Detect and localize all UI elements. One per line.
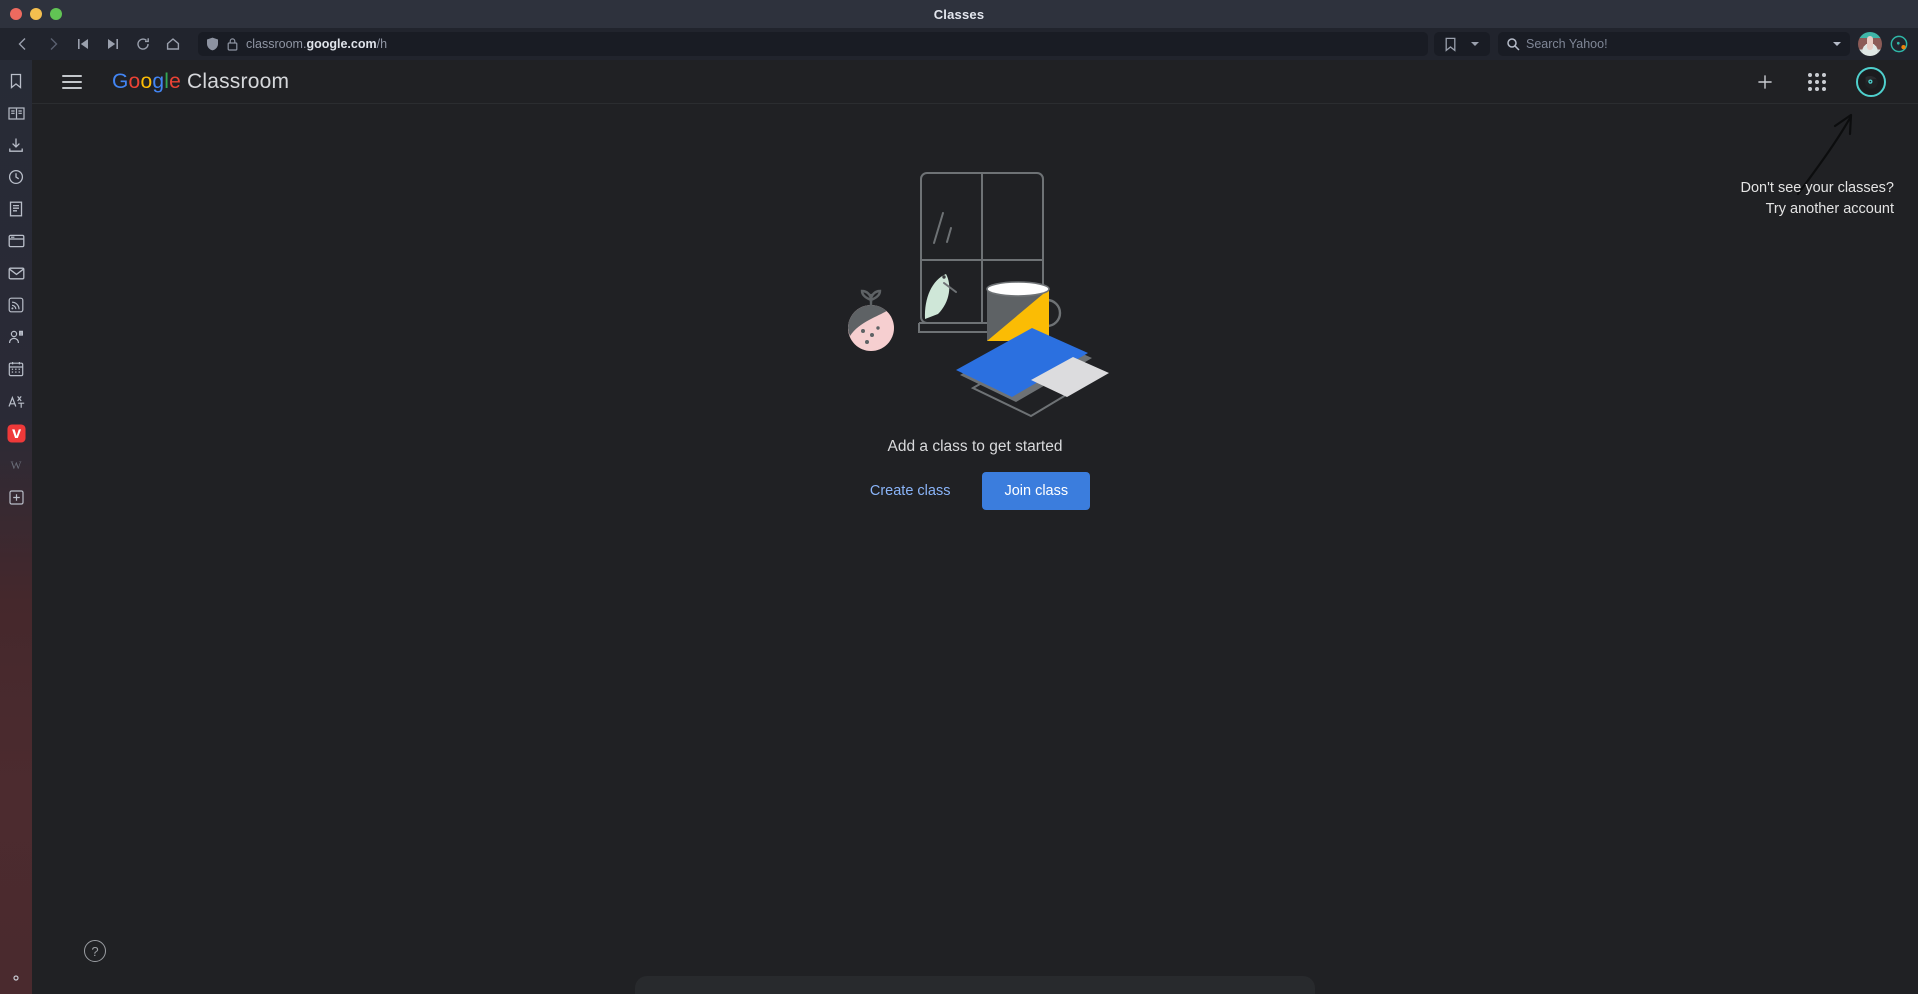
rewind-button[interactable]	[68, 31, 98, 57]
panel-calendar[interactable]	[5, 358, 27, 380]
home-button[interactable]	[158, 31, 188, 57]
empty-state: Add a class to get started Create class …	[32, 156, 1918, 510]
panel-wikipedia[interactable]: W	[5, 454, 27, 476]
logo-letter-o2: o	[140, 69, 153, 93]
minimize-window-button[interactable]	[30, 8, 42, 20]
search-field-wrapper[interactable]: Search Yahoo!	[1498, 32, 1850, 56]
panel-translate[interactable]	[5, 390, 27, 412]
panel-settings-gear-icon[interactable]	[0, 970, 32, 986]
empty-state-title: Add a class to get started	[887, 438, 1063, 455]
logo-letter-g1: G	[112, 69, 129, 93]
bookmark-icon[interactable]	[1438, 31, 1462, 57]
back-button[interactable]	[8, 31, 38, 57]
browser-toolbar: classroom.google.com/h Search Yahoo!	[0, 28, 1918, 60]
panel-downloads[interactable]	[5, 134, 27, 156]
panel-history[interactable]	[5, 166, 27, 188]
add-button[interactable]	[1752, 69, 1778, 95]
panel-add[interactable]	[5, 486, 27, 508]
window-desk-illustration	[848, 172, 1109, 418]
product-name: Classroom	[186, 69, 290, 93]
create-class-button[interactable]: Create class	[860, 475, 961, 507]
join-class-button[interactable]: Join class	[982, 472, 1091, 510]
search-input[interactable]: Search Yahoo!	[1526, 37, 1826, 51]
traffic-lights	[10, 0, 62, 28]
bottom-panel-handle[interactable]	[635, 976, 1315, 994]
vivaldi-logo-icon[interactable]	[1888, 31, 1910, 57]
empty-state-actions: Create class Join class	[860, 472, 1091, 510]
logo-letter-e: e	[169, 69, 181, 93]
fast-forward-button[interactable]	[98, 31, 128, 57]
window-titlebar: Classes	[0, 0, 1918, 28]
header-actions	[1752, 66, 1904, 97]
page-title: Google Classroom	[112, 70, 289, 94]
close-window-button[interactable]	[10, 8, 22, 20]
panel-mail[interactable]	[5, 262, 27, 284]
forward-button[interactable]	[38, 31, 68, 57]
shield-icon[interactable]	[206, 37, 219, 51]
account-avatar-icon	[1864, 75, 1878, 89]
vivaldi-side-panel: W	[0, 60, 32, 994]
window-title: Classes	[933, 6, 985, 22]
panel-window[interactable]	[5, 230, 27, 252]
maximize-window-button[interactable]	[50, 8, 62, 20]
account-avatar[interactable]	[1856, 66, 1886, 97]
bookmark-controls	[1434, 32, 1490, 56]
panel-feeds[interactable]	[5, 294, 27, 316]
browser-profile-avatar[interactable]	[1858, 32, 1882, 56]
hamburger-menu-icon[interactable]	[62, 70, 86, 94]
google-apps-button[interactable]	[1804, 69, 1830, 95]
apps-grid-icon	[1808, 72, 1826, 91]
lock-icon[interactable]	[227, 37, 238, 51]
help-button[interactable]: ?	[84, 940, 106, 962]
panel-vivaldi[interactable]	[5, 422, 27, 444]
search-engine-chevron-down-icon[interactable]	[1832, 39, 1842, 49]
bookmark-dropdown-chevron-down-icon[interactable]	[1464, 31, 1486, 57]
search-icon	[1506, 37, 1520, 51]
logo-letter-o1: o	[128, 69, 141, 93]
panel-contacts[interactable]	[5, 326, 27, 348]
reload-button[interactable]	[128, 31, 158, 57]
panel-bookmarks[interactable]	[5, 70, 27, 92]
address-bar[interactable]: classroom.google.com/h	[198, 32, 1428, 56]
svg-text:W: W	[10, 459, 22, 472]
logo-letter-g2: g	[152, 69, 165, 93]
web-content: Google Classroom Don't see your classes?…	[32, 60, 1918, 994]
url-text: classroom.google.com/h	[246, 37, 388, 51]
classroom-header: Google Classroom	[32, 60, 1918, 104]
panel-reading-list[interactable]	[5, 102, 27, 124]
panel-notes[interactable]	[5, 198, 27, 220]
panel-icon-list: W	[5, 60, 27, 508]
